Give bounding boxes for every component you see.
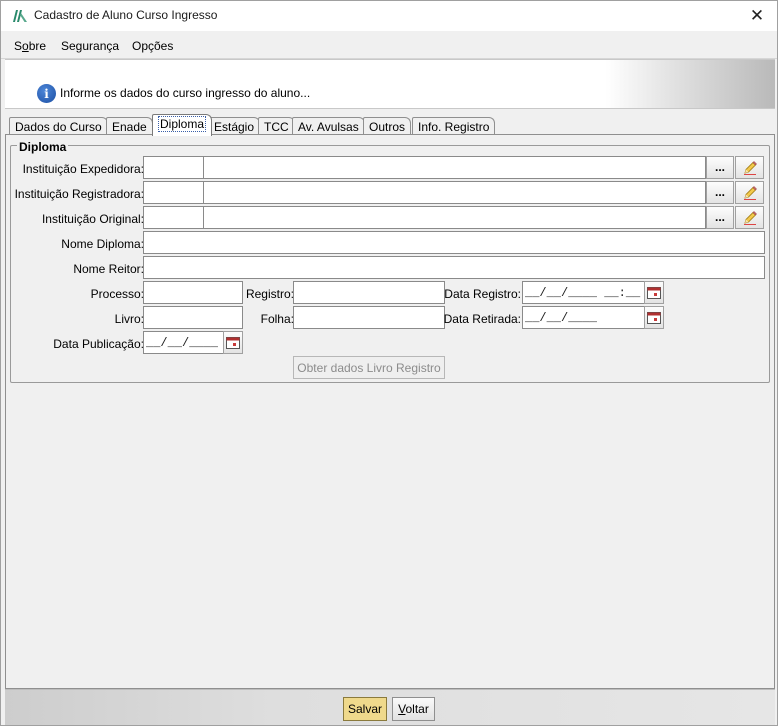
data-publicacao-label: Data Publicação:	[53, 337, 144, 351]
inst-expedidora-edit-button[interactable]	[735, 156, 764, 179]
back-button[interactable]: Voltar	[392, 697, 435, 721]
inst-registradora-name-input[interactable]	[203, 181, 706, 204]
groupbox-title: Diploma	[17, 140, 69, 154]
data-publicacao-calendar-button[interactable]	[223, 331, 243, 354]
inst-expedidora-name-input[interactable]	[203, 156, 706, 179]
tab-label: Dados do Curso	[15, 120, 102, 134]
inst-expedidora-code-input[interactable]	[143, 156, 204, 179]
tab-label: Av. Avulsas	[298, 120, 359, 134]
inst-original-edit-button[interactable]	[735, 206, 764, 229]
menu-sobre[interactable]: Sobre	[14, 39, 46, 53]
folha-label: Folha:	[260, 312, 294, 326]
nome-reitor-input[interactable]	[143, 256, 765, 279]
data-registro-calendar-button[interactable]	[644, 281, 664, 304]
pencil-icon	[743, 185, 757, 200]
info-message: Informe os dados do curso ingresso do al…	[60, 86, 311, 100]
app-logo-icon	[13, 10, 27, 22]
inst-original-code-input[interactable]	[143, 206, 204, 229]
tab-label: Outros	[369, 120, 406, 134]
inst-registradora-edit-button[interactable]	[735, 181, 764, 204]
menu-opcoes[interactable]: Opções	[132, 39, 173, 53]
processo-label: Processo:	[90, 287, 144, 301]
nome-diploma-input[interactable]	[143, 231, 765, 254]
calendar-icon	[226, 336, 240, 349]
back-button-label: Voltar	[398, 702, 429, 716]
menu-sobre-label: Sobre	[14, 39, 47, 53]
menu-seguranca-label: Segurança	[61, 39, 120, 53]
footer-bar: Salvar Voltar	[5, 689, 775, 725]
info-panel: i Informe os dados do curso ingresso do …	[5, 59, 775, 109]
data-retirada-label: Data Retirada:	[443, 312, 521, 326]
data-publicacao-input[interactable]: __/__/____	[143, 331, 224, 354]
inst-expedidora-label: Instituição Expedidora:	[22, 162, 144, 176]
tab-label: Enade	[112, 120, 147, 134]
data-retirada-calendar-button[interactable]	[644, 306, 664, 329]
registro-input[interactable]	[293, 281, 445, 304]
data-registro-label: Data Registro:	[444, 287, 521, 301]
nome-diploma-label: Nome Diploma:	[61, 237, 144, 251]
close-button[interactable]: ✕	[737, 1, 777, 31]
title-bar: Cadastro de Aluno Curso Ingresso ✕	[1, 1, 777, 31]
registro-label: Registro:	[245, 287, 294, 301]
tab-page-diploma: Diploma Instituição Expedidora: ... Inst…	[5, 134, 775, 689]
inst-registradora-label: Instituição Registradora:	[14, 187, 144, 201]
main-window: Cadastro de Aluno Curso Ingresso ✕ Sobre…	[0, 0, 778, 726]
folha-input[interactable]	[293, 306, 445, 329]
livro-label: Livro:	[114, 312, 144, 326]
tab-diploma[interactable]: Diploma	[152, 114, 213, 136]
nome-reitor-label: Nome Reitor:	[73, 262, 144, 276]
processo-input[interactable]	[143, 281, 243, 304]
obter-dados-livro-registro-button[interactable]: Obter dados Livro Registro	[293, 356, 445, 379]
inst-registradora-lookup-button[interactable]: ...	[706, 181, 734, 204]
window-title: Cadastro de Aluno Curso Ingresso	[34, 8, 218, 22]
save-button[interactable]: Salvar	[343, 697, 387, 721]
tab-label: TCC	[264, 120, 289, 134]
inst-original-name-input[interactable]	[203, 206, 706, 229]
tab-label: Diploma	[158, 116, 207, 132]
menu-bar: Sobre Segurança Opções	[1, 31, 777, 59]
pencil-icon	[743, 160, 757, 175]
calendar-icon	[647, 286, 661, 299]
calendar-icon	[647, 311, 661, 324]
menu-opcoes-label: Opções	[132, 39, 174, 53]
info-icon: i	[37, 84, 56, 103]
menu-seguranca[interactable]: Segurança	[61, 39, 119, 53]
data-retirada-input[interactable]: __/__/____	[522, 306, 645, 329]
tab-label: Info. Registro	[418, 120, 490, 134]
inst-expedidora-lookup-button[interactable]: ...	[706, 156, 734, 179]
inst-registradora-code-input[interactable]	[143, 181, 204, 204]
close-icon: ✕	[749, 6, 765, 25]
tab-label: Estágio	[214, 120, 255, 134]
inst-original-lookup-button[interactable]: ...	[706, 206, 734, 229]
pencil-icon	[743, 210, 757, 225]
data-registro-input[interactable]: __/__/____ __:__	[522, 281, 645, 304]
inst-original-label: Instituição Original:	[41, 212, 144, 226]
livro-input[interactable]	[143, 306, 243, 329]
